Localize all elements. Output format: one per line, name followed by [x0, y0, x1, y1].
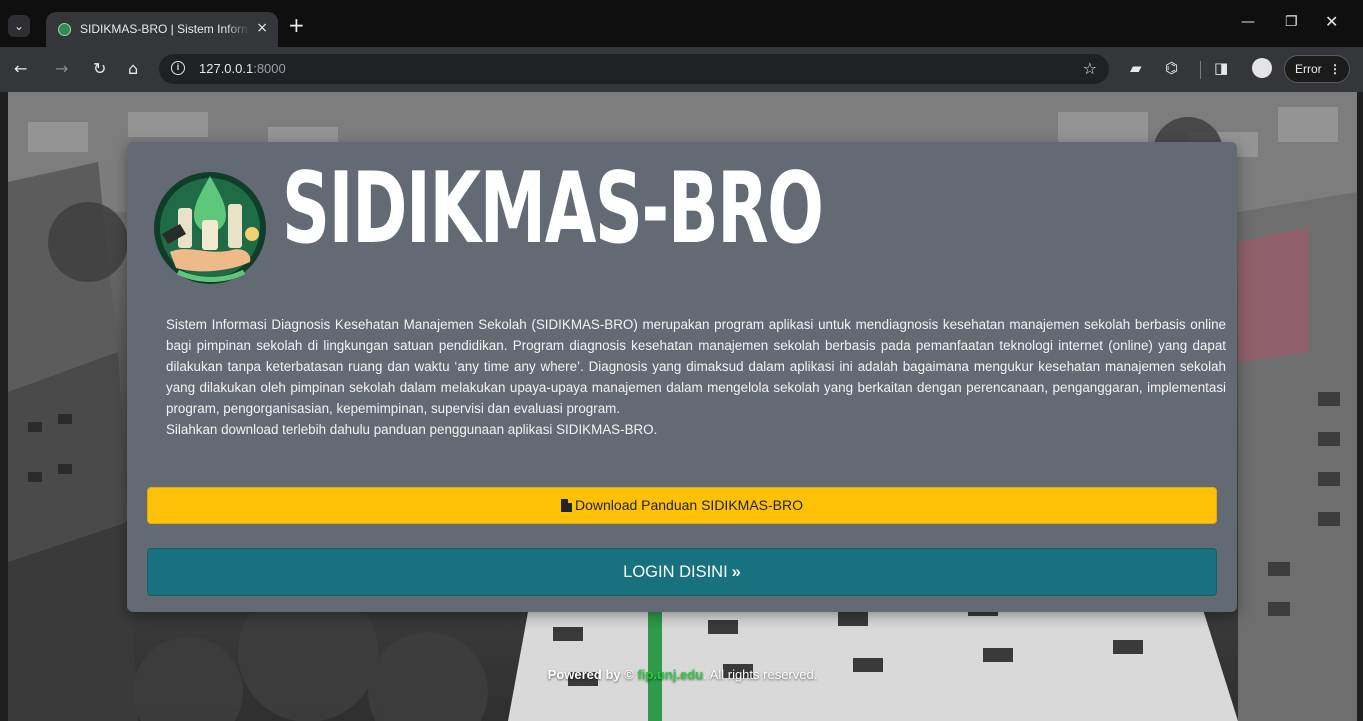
- tab-list-icon[interactable]: ⌄: [8, 15, 30, 37]
- reload-icon[interactable]: ↻: [93, 59, 106, 78]
- download-button-label: Download Panduan SIDIKMAS-BRO: [575, 497, 803, 513]
- back-icon[interactable]: ←: [14, 59, 27, 78]
- page-viewport: SIDIKMAS-BRO Sistem Informasi Diagnosis …: [8, 92, 1357, 721]
- tab-close-icon[interactable]: ×: [256, 20, 268, 36]
- download-note: Silahkan download terlebih dahulu pandua…: [166, 422, 658, 437]
- double-chevron-right-icon: »: [731, 563, 741, 581]
- browser-toolbar: ← → ↻ ⌂ i 127.0.0.1:8000 ☆ ▰ ⌬ ◨ Error ⋮: [0, 47, 1363, 92]
- info-icon[interactable]: i: [171, 61, 185, 75]
- favicon-icon: [58, 23, 71, 36]
- powered-by-text: Powered by ©: [547, 667, 634, 682]
- rights-text: . All rights reserved.: [703, 667, 818, 682]
- puzzle-icon[interactable]: ⌬: [1165, 59, 1178, 77]
- new-tab-icon[interactable]: +: [288, 13, 305, 37]
- error-button[interactable]: Error ⋮: [1284, 55, 1350, 83]
- side-panel-icon[interactable]: ◨: [1214, 59, 1228, 77]
- extension-icon[interactable]: ▰: [1130, 59, 1142, 77]
- login-button[interactable]: LOGIN DISINI»: [147, 548, 1217, 596]
- url-text[interactable]: 127.0.0.1:8000: [199, 61, 286, 76]
- address-bar[interactable]: i 127.0.0.1:8000 ☆: [159, 54, 1109, 84]
- app-description: Sistem Informasi Diagnosis Kesehatan Man…: [166, 314, 1226, 440]
- sidikmas-logo-icon: [154, 172, 266, 284]
- footer-link[interactable]: fip.unj.edu: [637, 667, 703, 682]
- intro-card: SIDIKMAS-BRO Sistem Informasi Diagnosis …: [127, 142, 1237, 612]
- browser-tab-bar: ⌄ SIDIKMAS-BRO | Sistem Informasi × + — …: [0, 0, 1363, 47]
- file-pdf-icon: [561, 499, 572, 512]
- tab-title: SIDIKMAS-BRO | Sistem Informasi: [80, 22, 250, 36]
- profile-icon[interactable]: [1252, 58, 1272, 78]
- download-guide-button[interactable]: Download Panduan SIDIKMAS-BRO: [147, 487, 1217, 524]
- restore-icon[interactable]: ❐: [1285, 14, 1298, 30]
- browser-tab[interactable]: SIDIKMAS-BRO | Sistem Informasi ×: [46, 12, 278, 47]
- login-button-label: LOGIN DISINI: [623, 563, 728, 581]
- menu-icon[interactable]: ⋮: [1329, 56, 1341, 82]
- page-footer: Powered by © fip.unj.edu. All rights res…: [8, 667, 1357, 682]
- forward-icon[interactable]: →: [55, 59, 68, 78]
- toolbar-divider: [1200, 61, 1201, 79]
- description-text: Sistem Informasi Diagnosis Kesehatan Man…: [166, 317, 1226, 416]
- star-icon[interactable]: ☆: [1083, 59, 1097, 78]
- brand-title: SIDIKMAS-BRO: [282, 152, 824, 266]
- minimize-icon[interactable]: —: [1241, 14, 1255, 30]
- home-icon[interactable]: ⌂: [128, 59, 138, 78]
- close-window-icon[interactable]: ✕: [1325, 12, 1338, 31]
